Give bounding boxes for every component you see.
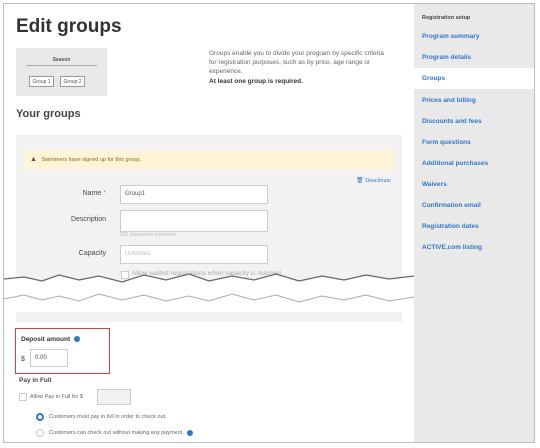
your-groups-heading: Your groups <box>16 108 81 120</box>
name-label-text: Name <box>82 190 102 197</box>
info-icon[interactable] <box>187 429 194 436</box>
description-text: Groups enable you to divide your program… <box>209 50 384 75</box>
name-input[interactable]: Group1 <box>120 185 268 204</box>
deposit-input[interactable]: 0.00 <box>30 349 68 367</box>
radio-must-pay-full[interactable] <box>36 413 44 421</box>
description-textarea[interactable] <box>120 210 268 232</box>
sidebar-item-groups[interactable]: Groups <box>414 68 534 89</box>
preview-divider <box>26 65 97 66</box>
name-label: Name * <box>16 190 106 197</box>
radio-must-pay-full-label: Customers must pay in full in order to c… <box>49 414 167 420</box>
description-label: Description <box>70 216 106 223</box>
deposit-label: Deposit amount <box>21 336 80 343</box>
warning-icon: ▲ <box>30 156 37 163</box>
deposit-label-text: Deposit amount <box>21 336 71 343</box>
preview-season-label: Season <box>52 57 71 63</box>
sidebar-item-program-summary[interactable]: Program summary <box>414 26 534 47</box>
sidebar-heading: Registration setup <box>422 15 471 21</box>
deposit-amount-highlight: Deposit amount $ 0.00 <box>15 328 110 374</box>
page-title: Edit groups <box>16 16 122 37</box>
trash-icon: 🗑 <box>356 178 364 184</box>
description-hint: 255 characters maximum <box>120 232 177 238</box>
sidebar-item-discounts-fees[interactable]: Discounts and fees <box>414 111 534 132</box>
deactivate-label: Deactivate <box>365 178 391 184</box>
sidebar-item-prices-billing[interactable]: Prices and billing <box>414 90 534 111</box>
sidebar-item-confirmation-email[interactable]: Confirmation email <box>414 195 534 216</box>
preview-group-1: Group 1 <box>29 76 54 87</box>
pay-in-full-heading: Pay in Full <box>19 377 52 384</box>
app-frame: Edit groups Season Group 1 Group 2 Group… <box>3 3 535 443</box>
warning-text: Swimmers have signed up for this group. <box>41 157 142 163</box>
sidebar-item-waivers[interactable]: Waivers <box>414 174 534 195</box>
preview-group-2: Group 2 <box>60 76 85 87</box>
signup-warning: ▲ Swimmers have signed up for this group… <box>24 151 394 169</box>
sidebar-item-program-details[interactable]: Program details <box>414 47 534 68</box>
deactivate-link[interactable]: 🗑 Deactivate <box>356 177 391 184</box>
radio-no-payment-label: Customers can check out without making a… <box>49 429 194 437</box>
radio-no-payment-text: Customers can check out without making a… <box>49 430 184 436</box>
capacity-label: Capacity <box>78 250 106 257</box>
pay-in-full-amount-input[interactable] <box>97 389 131 405</box>
sidebar-item-form-questions[interactable]: Form questions <box>414 132 534 153</box>
registration-setup-sidebar: Registration setup Program summary Progr… <box>414 4 534 442</box>
info-icon[interactable] <box>73 336 80 343</box>
allow-pay-in-full-label: Allow Pay in Full for $ <box>30 394 83 400</box>
groups-description: Groups enable you to divide your program… <box>209 49 389 86</box>
allow-pay-in-full-checkbox[interactable] <box>19 393 27 401</box>
sidebar-item-registration-dates[interactable]: Registration dates <box>414 216 534 237</box>
requirement-text: At least one group is required. <box>209 78 303 85</box>
card-continuation <box>16 312 402 322</box>
torn-edge-divider <box>4 273 414 303</box>
radio-no-payment[interactable] <box>36 429 44 437</box>
capacity-input[interactable]: Unlimited <box>120 245 268 264</box>
group-preview-illustration: Season Group 1 Group 2 <box>16 48 107 96</box>
required-marker: * <box>103 190 106 197</box>
sidebar-item-additional-purchases[interactable]: Additional purchases <box>414 153 534 174</box>
sidebar-item-active-listing[interactable]: ACTIVE.com listing <box>414 237 534 258</box>
currency-symbol: $ <box>21 356 25 363</box>
